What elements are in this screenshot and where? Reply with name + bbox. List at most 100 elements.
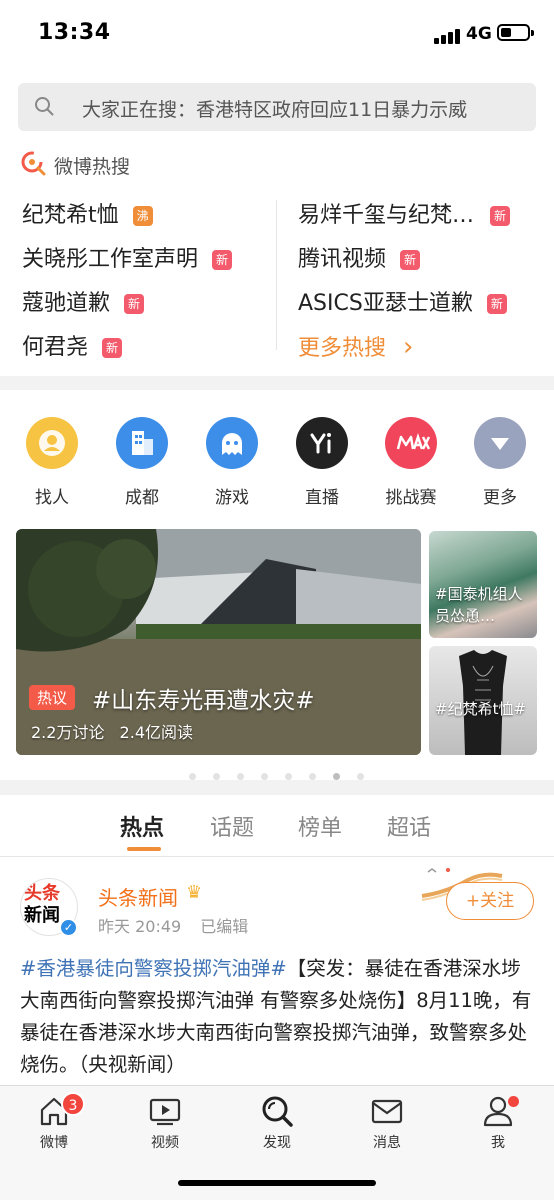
game-ghost-icon bbox=[206, 417, 258, 469]
city-building-icon bbox=[116, 417, 168, 469]
quick-link-label: 游戏 bbox=[215, 488, 249, 508]
tab-rankings[interactable]: 榜单 bbox=[298, 810, 342, 842]
avatar-text-top: 头条 bbox=[24, 883, 60, 904]
quick-link-label: 成都 bbox=[125, 488, 159, 508]
post-edited: 已编辑 bbox=[200, 917, 249, 936]
nav-label: 消息 bbox=[373, 1135, 401, 1151]
quick-link-label: 挑战赛 bbox=[385, 488, 437, 508]
nav-messages[interactable]: 消息 bbox=[347, 1094, 427, 1152]
nav-discover[interactable]: 发现 bbox=[237, 1094, 317, 1152]
hot-badge-new: 新 bbox=[212, 250, 233, 270]
chevron-right-icon: › bbox=[403, 332, 414, 362]
hot-item-4[interactable]: 何君尧新 bbox=[22, 329, 123, 361]
tab-topics[interactable]: 话题 bbox=[210, 810, 254, 842]
hot-item-label: 何君尧 bbox=[22, 335, 89, 360]
hot-item-3[interactable]: 蔻驰道歉新 bbox=[22, 285, 145, 317]
side-banner-1[interactable]: #国泰机组人员怂恿… bbox=[429, 531, 537, 638]
carousel-dot bbox=[261, 773, 268, 780]
max-challenge-icon bbox=[385, 417, 437, 469]
follow-button[interactable]: +关注 bbox=[446, 882, 534, 920]
feed-tabs bbox=[0, 795, 554, 857]
hot-badge-boil: 沸 bbox=[132, 206, 153, 226]
profile-notification-dot bbox=[508, 1096, 519, 1107]
home-indicator[interactable] bbox=[178, 1180, 376, 1186]
video-play-icon bbox=[149, 1098, 181, 1126]
post-time: 昨天 20:49 bbox=[98, 917, 182, 936]
carousel-indicator bbox=[189, 765, 381, 784]
quick-link-label: 找人 bbox=[35, 488, 69, 508]
yizhibo-live-icon bbox=[296, 417, 348, 469]
side-banner-2[interactable]: #纪梵希t恤# bbox=[429, 646, 537, 755]
hot-item-label: 蔻驰道歉 bbox=[22, 291, 111, 316]
quick-link-city[interactable]: 成都 bbox=[105, 417, 179, 508]
carousel-dot bbox=[213, 773, 220, 780]
vip-crown-icon: ♛ bbox=[186, 882, 203, 903]
nav-label: 视频 bbox=[151, 1135, 179, 1151]
carousel-dot bbox=[285, 773, 292, 780]
hot-badge-new: 新 bbox=[486, 294, 507, 314]
quick-link-games[interactable]: 游戏 bbox=[195, 417, 269, 508]
nav-video[interactable]: 视频 bbox=[125, 1094, 205, 1152]
hot-search-logo-icon bbox=[21, 151, 46, 176]
hot-item-label: 腾讯视频 bbox=[298, 247, 387, 272]
hot-item-1[interactable]: 纪梵希t恤沸 bbox=[22, 197, 153, 229]
post-topic-link[interactable]: #香港暴徒向警察投掷汽油弹# bbox=[20, 957, 287, 980]
search-placeholder[interactable]: 大家正在搜：香港特区政府回应11日暴力示威 bbox=[82, 95, 467, 122]
hot-item-2[interactable]: 关晓彤工作室声明新 bbox=[22, 241, 233, 273]
banner-reads: 2.4亿阅读 bbox=[119, 723, 193, 742]
hot-item-label: ASICS亚瑟士道歉 bbox=[298, 291, 473, 316]
nav-profile[interactable]: 我 bbox=[458, 1094, 538, 1152]
quick-link-challenge[interactable]: 挑战赛 bbox=[374, 417, 448, 508]
banner-hot-tag: 热议 bbox=[29, 685, 76, 710]
find-person-icon bbox=[26, 417, 78, 469]
more-dropdown-icon bbox=[474, 417, 526, 469]
hot-search-title: 微博热搜 bbox=[54, 156, 131, 178]
post-author[interactable]: 头条新闻 bbox=[98, 882, 178, 911]
quick-link-find-person[interactable]: 找人 bbox=[15, 417, 89, 508]
hot-search-divider bbox=[276, 200, 277, 350]
more-hot-label: 更多热搜 bbox=[298, 336, 387, 361]
quick-link-more[interactable]: 更多 bbox=[463, 417, 537, 508]
message-envelope-icon bbox=[371, 1099, 403, 1124]
tab-super-topics[interactable]: 超话 bbox=[387, 810, 431, 842]
battery-icon bbox=[497, 24, 534, 41]
carousel-dot bbox=[189, 773, 196, 780]
side-banner-text: #国泰机组人员怂恿… bbox=[435, 585, 523, 625]
network-type: 4G bbox=[466, 24, 492, 44]
post-content: #香港暴徒向警察投掷汽油弹#【突发：暴徒在香港深水埗大南西街向警察投掷汽油弹 有… bbox=[20, 953, 536, 1081]
carousel-dot bbox=[237, 773, 244, 780]
side-banner-text: #纪梵希t恤# bbox=[435, 700, 527, 718]
signal-strength-icon bbox=[434, 25, 462, 44]
discover-search-icon bbox=[262, 1096, 293, 1127]
banner-title: #山东寿光再遭水灾# bbox=[92, 688, 315, 714]
verified-badge-icon: ✓ bbox=[59, 918, 78, 937]
carousel-dot bbox=[309, 773, 316, 780]
nav-label: 微博 bbox=[40, 1135, 68, 1151]
nav-label: 发现 bbox=[263, 1135, 291, 1151]
post-meta: 昨天 20:49 已编辑 bbox=[98, 913, 248, 937]
status-time: 13:34 bbox=[38, 20, 111, 45]
home-unread-badge: 3 bbox=[61, 1092, 85, 1116]
search-icon bbox=[35, 97, 54, 116]
hot-item-label: 纪梵希t恤 bbox=[22, 203, 119, 228]
hot-badge-new: 新 bbox=[102, 338, 123, 358]
banner-stats: 2.2万讨论 2.4亿阅读 bbox=[31, 719, 193, 743]
hot-item-7[interactable]: ASICS亚瑟士道歉新 bbox=[298, 285, 507, 317]
tab-hot[interactable]: 热点 bbox=[120, 810, 164, 842]
nav-label: 我 bbox=[491, 1135, 505, 1151]
active-tab-indicator bbox=[127, 847, 161, 851]
hot-badge-new: 新 bbox=[124, 294, 145, 314]
hot-item-6[interactable]: 腾讯视频新 bbox=[298, 241, 421, 273]
carousel-dot bbox=[333, 773, 340, 780]
quick-link-label: 直播 bbox=[305, 488, 339, 508]
quick-link-live[interactable]: 直播 bbox=[285, 417, 359, 508]
hot-badge-new: 新 bbox=[400, 250, 421, 270]
avatar-text-bottom: 新闻 bbox=[24, 905, 60, 926]
more-hot-search-link[interactable]: 更多热搜 › bbox=[298, 330, 413, 362]
banner-discussions: 2.2万讨论 bbox=[31, 723, 105, 742]
hot-item-5[interactable]: 易烊千玺与纪梵… 新 bbox=[298, 197, 511, 229]
carousel-dot bbox=[357, 773, 364, 780]
hot-item-label: 关晓彤工作室声明 bbox=[22, 247, 199, 272]
quick-link-label: 更多 bbox=[483, 488, 517, 508]
hot-item-label: 易烊千玺与纪梵… bbox=[298, 203, 475, 228]
